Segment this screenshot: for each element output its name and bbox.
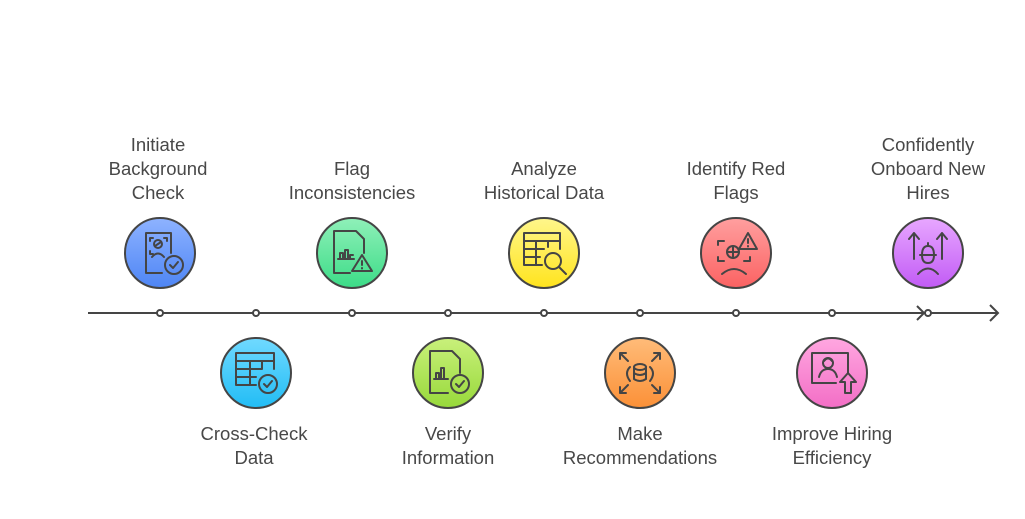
step-label: Improve Hiring Efficiency	[771, 423, 893, 468]
step-node	[700, 217, 772, 289]
step-node	[220, 337, 292, 409]
step-label: Cross-Check Data	[200, 423, 308, 468]
step-node	[892, 217, 964, 289]
database-expand-icon	[619, 352, 661, 394]
timeline-dot	[348, 309, 356, 317]
step-node	[412, 337, 484, 409]
timeline-dot	[828, 309, 836, 317]
step-label: Verify Information	[401, 423, 495, 468]
step-label: Flag Inconsistencies	[288, 158, 416, 203]
timeline-dot	[252, 309, 260, 317]
document-chart-warning-icon	[333, 230, 373, 274]
timeline-diagram: Initiate Background Check Cross-Check Da…	[0, 0, 1025, 519]
table-check-icon	[235, 352, 278, 394]
step-label: Confidently Onboard New Hires	[870, 134, 986, 203]
step-node	[316, 217, 388, 289]
step-label: Analyze Historical Data	[483, 158, 605, 203]
table-search-icon	[523, 232, 567, 275]
timeline-dot	[636, 309, 644, 317]
step-node	[604, 337, 676, 409]
face-scan-warning-icon	[717, 232, 758, 275]
step-label: Initiate Background Check	[108, 134, 208, 203]
profile-upgrade-icon	[811, 352, 857, 394]
document-chart-check-icon	[429, 350, 470, 394]
timeline-dot	[732, 309, 740, 317]
worker-growth-icon	[908, 232, 948, 275]
step-label: Identify Red Flags	[686, 158, 786, 203]
timeline-dot	[156, 309, 164, 317]
timeline-dot	[444, 309, 452, 317]
id-verify-check-icon	[145, 232, 184, 275]
timeline-dot	[924, 309, 932, 317]
step-node	[124, 217, 196, 289]
timeline-dot	[540, 309, 548, 317]
step-node	[796, 337, 868, 409]
step-node	[508, 217, 580, 289]
step-label: Make Recommendations	[562, 423, 718, 468]
